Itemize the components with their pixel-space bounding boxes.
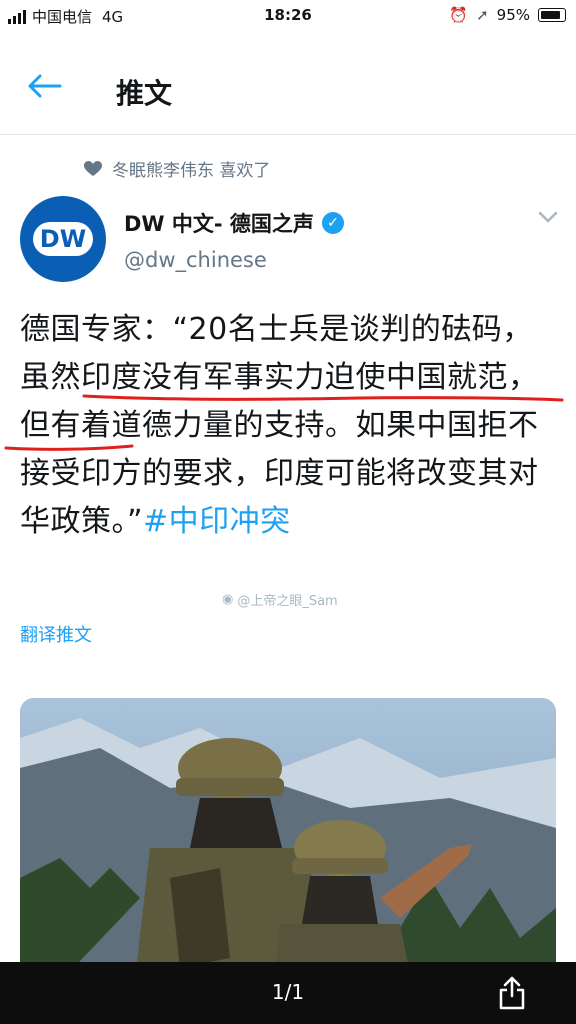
heart-icon: [84, 160, 102, 176]
tweet-text: 德国专家：“20名士兵是谈判的砝码，虽然印度没有军事实力迫使中国就范，但有着道德…: [20, 306, 560, 546]
battery-icon: [538, 8, 566, 22]
tweet-text-part-1: 德国专家：“20名士兵是谈判的砝码，: [20, 312, 533, 347]
dw-logo: DW: [33, 222, 93, 256]
author-display-name: DW 中文- 德国之声: [124, 212, 314, 236]
status-bar: 中国电信 4G 18:26 ⏰ ➚ 95%: [0, 0, 576, 34]
page-indicator: 1/1: [271, 980, 305, 1004]
back-arrow-icon[interactable]: [26, 74, 62, 98]
tweet-text-highlight: 虽然印度没有军事实力迫使中国就范: [20, 360, 508, 395]
author-handle[interactable]: @dw_chinese: [124, 248, 267, 272]
alarm-icon: ⏰: [449, 6, 469, 24]
status-right: ⏰ ➚ 95%: [449, 6, 566, 24]
battery-percent: 95%: [496, 6, 530, 24]
watermark-text: @上帝之眼_Sam: [237, 594, 338, 609]
image-viewer-bottom-bar: 1/1: [0, 962, 576, 1024]
avatar[interactable]: DW: [20, 196, 106, 282]
page-title: 推文: [116, 77, 173, 110]
weibo-icon: ◉: [222, 592, 234, 607]
liked-by-row[interactable]: 冬眠熊李伟东 喜欢了: [84, 156, 270, 181]
liked-by-text: 冬眠熊李伟东 喜欢了: [112, 161, 271, 181]
author-name-row[interactable]: DW 中文- 德国之声 ✓: [124, 208, 344, 238]
hashtag-link[interactable]: #中印冲突: [143, 504, 291, 539]
location-icon: ➚: [476, 6, 489, 24]
nav-header: 推文: [0, 34, 576, 135]
translate-tweet-link[interactable]: 翻译推文: [20, 621, 92, 647]
share-icon[interactable]: [498, 976, 526, 1010]
watermark: ◉ @上帝之眼_Sam: [222, 590, 338, 609]
chevron-down-icon[interactable]: [538, 210, 558, 224]
verified-badge-icon: ✓: [321, 212, 344, 234]
